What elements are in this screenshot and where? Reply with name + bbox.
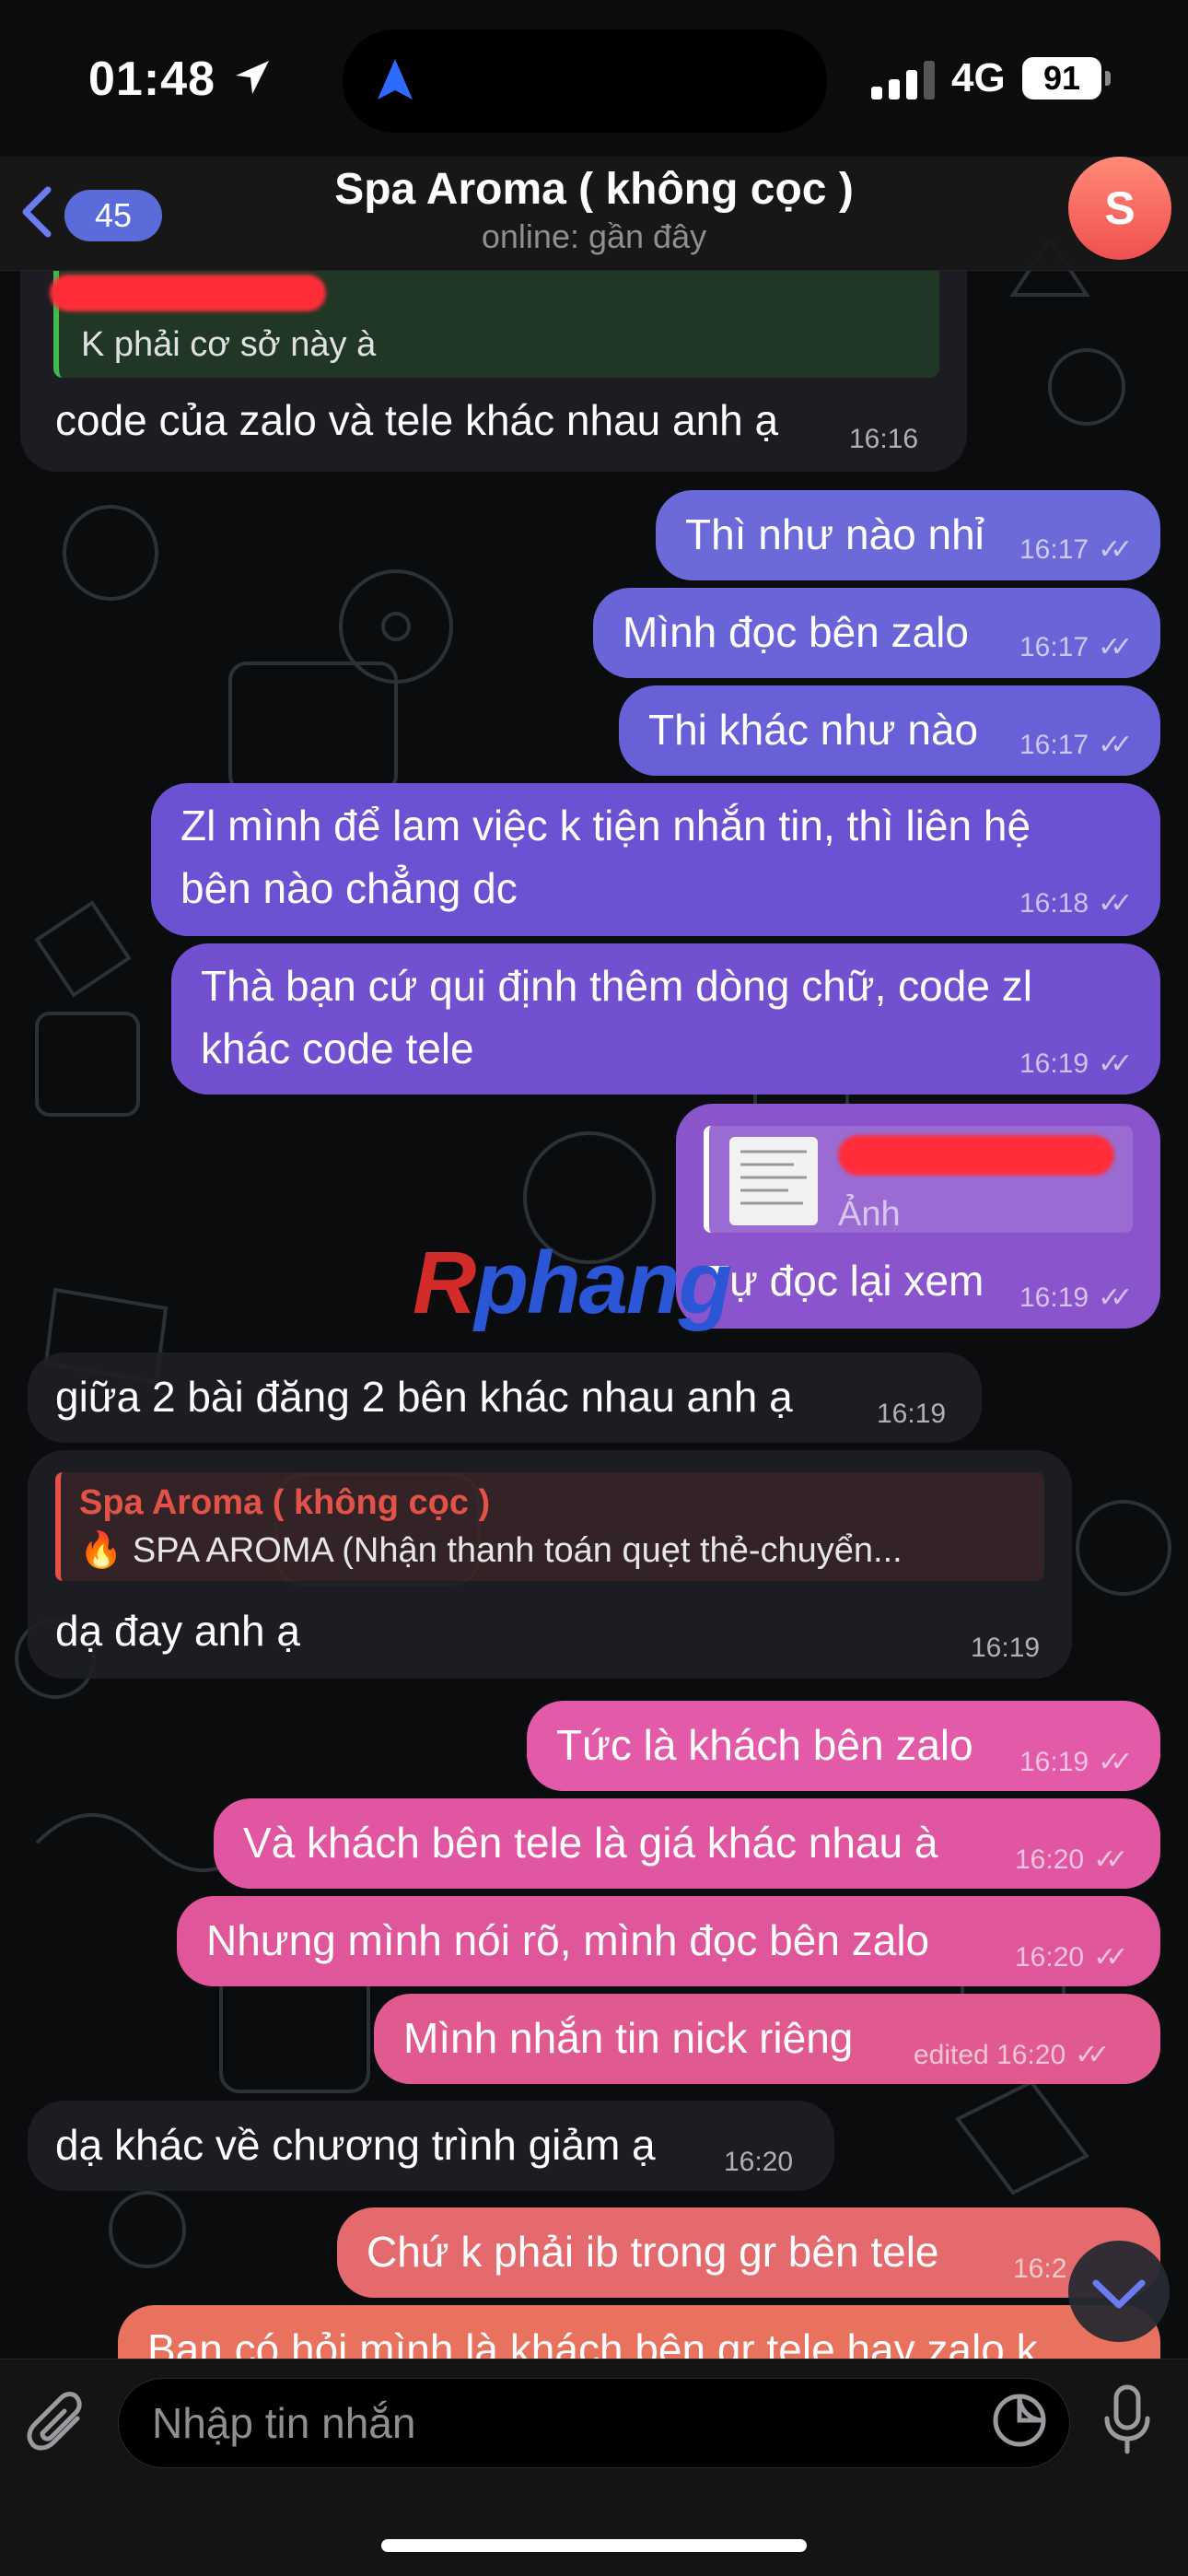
message-time: 16:20 ✓✓ xyxy=(1015,1844,1128,1875)
chat-header: 45 Spa Aroma ( không cọc ) online: gần đ… xyxy=(0,157,1188,271)
message-outgoing[interactable]: Thì như nào nhỉ 16:17 ✓✓ xyxy=(656,490,1160,580)
message-input[interactable]: Nhập tin nhắn xyxy=(118,2378,1070,2468)
message-incoming[interactable]: K phải cơ sở này à code của zalo và tele… xyxy=(20,271,967,472)
scroll-to-bottom-button[interactable] xyxy=(1068,2241,1170,2342)
reply-text: 🔥 SPA AROMA (Nhận thanh toán quẹt thẻ-ch… xyxy=(79,1531,903,1570)
double-check-icon: ✓✓ xyxy=(1098,534,1133,565)
message-text: Mình nhắn tin nick riêng xyxy=(403,2014,854,2062)
double-check-icon: ✓✓ xyxy=(1098,730,1133,760)
message-time: edited 16:20 ✓✓ xyxy=(914,2040,1111,2070)
message-incoming[interactable]: dạ khác về chương trình giảm ạ 16:20 xyxy=(28,2101,834,2191)
message-text-line2: khác code tele xyxy=(201,1025,474,1072)
chevron-left-icon xyxy=(22,186,52,238)
redacted-name xyxy=(50,275,326,311)
message-time: 16:19 xyxy=(971,1633,1041,1663)
message-text: Chứ k phải ib trong gr bên tele xyxy=(367,2228,939,2276)
watermark-logo: Rphang xyxy=(413,1234,732,1332)
message-text: Tự đọc lại xem xyxy=(704,1257,984,1305)
message-time: 16:19 ✓✓ xyxy=(1019,1747,1133,1777)
message-text: Thì như nào nhỉ xyxy=(685,510,984,558)
message-text: Mình đọc bên zalo xyxy=(623,608,969,656)
battery-icon: 91 xyxy=(1022,57,1112,100)
message-time: 16:20 ✓✓ xyxy=(1015,1942,1128,1973)
message-time: 16:17 ✓✓ xyxy=(1019,534,1133,565)
message-time: 16:19 ✓✓ xyxy=(1019,1282,1133,1313)
message-text: Tức là khách bên zalo xyxy=(556,1721,973,1769)
message-outgoing[interactable]: Và khách bên tele là giá khác nhau à 16:… xyxy=(214,1798,1160,1889)
message-outgoing[interactable]: Ảnh Tự đọc lại xem 16:19 ✓✓ xyxy=(676,1104,1160,1329)
network-type: 4G xyxy=(951,55,1006,100)
message-outgoing[interactable]: Thi khác như nào 16:17 ✓✓ xyxy=(619,685,1160,776)
message-time: 16:17 ✓✓ xyxy=(1019,730,1133,760)
message-incoming[interactable]: giữa 2 bài đăng 2 bên khác nhau anh ạ 16… xyxy=(28,1352,982,1443)
message-text: giữa 2 bài đăng 2 bên khác nhau anh ạ xyxy=(55,1373,793,1421)
microphone-icon[interactable] xyxy=(1100,2383,1155,2457)
reply-text: Ảnh xyxy=(838,1195,901,1234)
message-text-line2: bên nào chẳng dc xyxy=(181,864,518,912)
message-outgoing[interactable]: Zl mình để lam việc k tiện nhắn tin, thì… xyxy=(151,783,1160,936)
message-text: Và khách bên tele là giá khác nhau à xyxy=(243,1819,938,1867)
message-outgoing[interactable]: Chứ k phải ib trong gr bên tele 16:2 xyxy=(337,2207,1160,2298)
chat-title[interactable]: Spa Aroma ( không cọc ) xyxy=(184,164,1004,215)
message-text-line1: Zl mình để lam việc k tiện nhắn tin, thì… xyxy=(181,802,1031,849)
reply-quote[interactable]: K phải cơ sở này à xyxy=(50,271,939,378)
message-outgoing[interactable]: Mình đọc bên zalo 16:17 ✓✓ xyxy=(593,588,1160,678)
chevron-down-icon xyxy=(1092,2279,1146,2309)
unread-count-badge: 45 xyxy=(64,190,162,241)
chat-status: online: gần đây xyxy=(481,217,707,255)
message-text: Thi khác như nào xyxy=(648,706,979,754)
location-arrow-icon xyxy=(236,61,269,94)
message-time: 16:19 ✓✓ xyxy=(1019,1048,1133,1079)
message-text: code của zalo và tele khác nhau anh ạ xyxy=(55,396,779,444)
message-outgoing[interactable]: Thà bạn cứ qui định thêm dòng chữ, code … xyxy=(171,943,1160,1095)
redacted-name xyxy=(838,1135,1114,1176)
message-text-line1: Thà bạn cứ qui định thêm dòng chữ, code … xyxy=(201,962,1032,1010)
reply-quote[interactable]: Ảnh xyxy=(704,1126,1133,1234)
message-time: 16:18 ✓✓ xyxy=(1019,888,1133,919)
status-time: 01:48 xyxy=(88,53,215,106)
message-outgoing[interactable]: Tức là khách bên zalo 16:19 ✓✓ xyxy=(527,1701,1160,1791)
message-text: Nhưng mình nói rõ, mình đọc bên zalo xyxy=(206,1916,930,1964)
message-time: 16:2 xyxy=(1013,2254,1067,2284)
paperclip-icon[interactable] xyxy=(24,2385,94,2459)
signal-bars-icon xyxy=(871,61,935,100)
avatar[interactable]: S xyxy=(1068,157,1171,260)
double-check-icon: ✓✓ xyxy=(1075,2040,1110,2070)
message-outgoing[interactable]: Mình nhắn tin nick riêng edited 16:20 ✓✓ xyxy=(374,1994,1160,2084)
back-button[interactable]: 45 xyxy=(18,177,162,243)
reply-thumbnail xyxy=(729,1137,818,1225)
reply-text: K phải cơ sở này à xyxy=(81,325,377,364)
double-check-icon: ✓✓ xyxy=(1093,1844,1128,1875)
double-check-icon: ✓✓ xyxy=(1098,632,1133,662)
message-text: dạ đay anh ạ xyxy=(55,1607,301,1655)
message-text: dạ khác về chương trình giảm ạ xyxy=(55,2121,656,2169)
double-check-icon: ✓✓ xyxy=(1098,1747,1133,1777)
double-check-icon: ✓✓ xyxy=(1098,1048,1133,1079)
double-check-icon: ✓✓ xyxy=(1098,888,1133,919)
message-time: 16:20 xyxy=(724,2147,794,2177)
sticker-icon[interactable] xyxy=(990,2391,1049,2450)
message-incoming[interactable]: Spa Aroma ( không cọc ) 🔥 SPA AROMA (Nhậ… xyxy=(28,1450,1072,1679)
double-check-icon: ✓✓ xyxy=(1098,1282,1133,1313)
status-bar: 01:48 4G 91 xyxy=(0,0,1188,157)
battery-level: 91 xyxy=(1022,57,1101,100)
navigation-arrow-icon xyxy=(378,59,413,100)
message-time: 16:17 ✓✓ xyxy=(1019,632,1133,662)
message-time: 16:19 xyxy=(877,1399,947,1429)
double-check-icon: ✓✓ xyxy=(1093,1942,1128,1973)
message-outgoing[interactable]: Nhưng mình nói rõ, mình đọc bên zalo 16:… xyxy=(177,1896,1160,1986)
message-time: 16:16 xyxy=(849,424,919,454)
battery-tip xyxy=(1105,71,1111,86)
reply-quote[interactable]: Spa Aroma ( không cọc ) 🔥 SPA AROMA (Nhậ… xyxy=(55,1472,1044,1581)
home-indicator[interactable] xyxy=(381,2539,807,2552)
reply-sender: Spa Aroma ( không cọc ) xyxy=(79,1483,491,1522)
